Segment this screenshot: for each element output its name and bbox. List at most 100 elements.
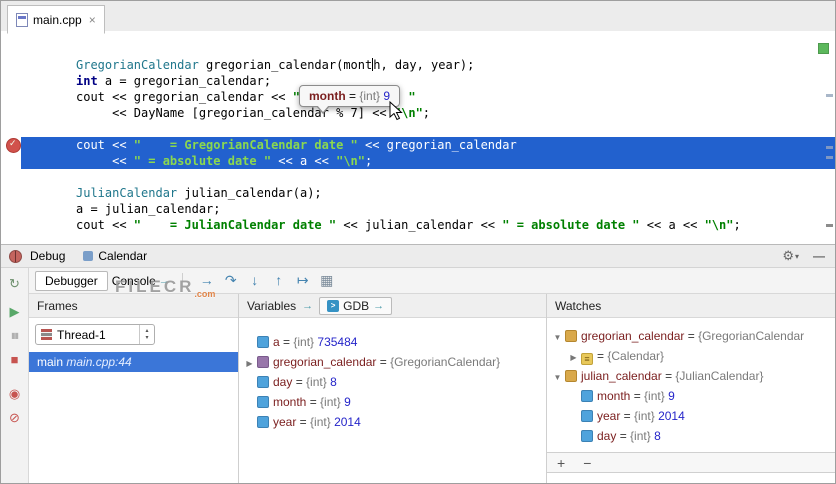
settings-button[interactable]: ⚙ ▾	[782, 248, 799, 264]
code-token: h, day, year);	[373, 58, 475, 72]
code-token: ;	[733, 218, 741, 232]
equals-sign: =	[296, 415, 311, 429]
variable-name: month	[597, 389, 631, 403]
collapse-arrow-icon[interactable]: ▼	[551, 368, 564, 386]
code-token: "\n"	[704, 218, 734, 232]
pause-icon[interactable]: ▮▮	[1, 324, 28, 348]
variable-value: 9	[340, 395, 351, 409]
code-line[interactable]: cout << gregorian_calendar << " "	[1, 89, 835, 105]
variable-type: {int}	[320, 395, 341, 409]
variable-type: {Calendar}	[607, 349, 665, 363]
close-icon[interactable]: ×	[89, 14, 96, 26]
code-editor[interactable]: GregorianCalendar gregorian_calendar(mon…	[1, 31, 835, 244]
variable-name: a	[273, 335, 280, 349]
code-token: "\n"	[336, 154, 366, 168]
tab-main-cpp[interactable]: main.cpp ×	[7, 5, 105, 34]
mute-breakpoints-icon[interactable]: ⊘	[1, 406, 28, 430]
rerun-icon[interactable]: ↻	[1, 272, 28, 296]
run-to-cursor-icon[interactable]: ↦	[291, 272, 315, 289]
inspection-indicator-icon[interactable]	[818, 43, 829, 54]
tree-row[interactable]: ▼ gregorian_calendar = {GregorianCalendar	[547, 326, 835, 346]
debug-body: Frames Thread-1 ▴ ▾ main main.cpp:44 Var…	[29, 294, 835, 483]
hide-panel-button[interactable]: —	[813, 249, 825, 263]
code-line[interactable]: cout << " = GregorianCalendar date " << …	[21, 137, 835, 153]
code-line[interactable]: int a = gregorian_calendar;	[1, 73, 835, 89]
stripe-mark[interactable]	[826, 94, 833, 97]
variable-type: {GregorianCalendar}	[390, 355, 501, 369]
view-breakpoints-icon[interactable]: ◉	[1, 382, 28, 406]
code-token: " = JulianCalendar date "	[133, 218, 337, 232]
resume-icon[interactable]: ▶	[1, 300, 28, 324]
code-lines: GregorianCalendar gregorian_calendar(mon…	[1, 57, 835, 233]
frames-panel: Frames Thread-1 ▴ ▾ main main.cpp:44	[29, 294, 239, 483]
tab-debugger[interactable]: Debugger	[35, 270, 108, 291]
tab-gdb[interactable]: > GDB →	[319, 296, 393, 315]
tree-row[interactable]: ▶ gregorian_calendar = {GregorianCalendar…	[239, 352, 546, 372]
debug-bug-icon	[9, 249, 22, 263]
code-line[interactable]: << DayName [gregorian_calendar % 7] << "…	[1, 105, 835, 121]
tab-session-calendar[interactable]: Calendar	[73, 247, 157, 265]
variable-type: {int}	[630, 429, 651, 443]
code-token: << a <<	[271, 154, 337, 168]
expand-arrow-icon[interactable]: ▶	[567, 348, 580, 366]
tree-row[interactable]: ▶ = {Calendar}	[547, 346, 835, 366]
equals-sign: =	[630, 389, 645, 403]
variables-panel: Variables → > GDB → a = {int} 735484 ▶ gre…	[239, 294, 547, 483]
gdb-tab-label: GDB	[343, 298, 370, 313]
stack-frame-row[interactable]: main main.cpp:44	[29, 352, 238, 372]
tab-label: main.cpp	[33, 12, 82, 27]
watches-title: Watches	[555, 298, 602, 313]
watch-value-icon	[565, 330, 577, 342]
ide-window: main.cpp × GregorianCalendar gregorian_c…	[0, 0, 836, 484]
code-token: << a <<	[639, 218, 705, 232]
variable-value: 8	[326, 375, 337, 389]
code-line[interactable]: a = julian_calendar;	[1, 201, 835, 217]
stepper-down-icon: ▾	[145, 334, 149, 341]
remove-watch-button[interactable]: −	[583, 456, 591, 470]
equals-sign: =	[620, 409, 635, 423]
step-out-icon[interactable]: ↑	[267, 272, 291, 288]
stop-icon[interactable]: ■	[1, 348, 28, 372]
watches-tree: ▼ gregorian_calendar = {GregorianCalendar…	[547, 326, 835, 446]
watches-toolbar: + −	[547, 452, 835, 473]
equals-sign: =	[292, 375, 307, 389]
tree-row[interactable]: ▼ julian_calendar = {JulianCalendar}	[547, 366, 835, 386]
code-line[interactable]: JulianCalendar julian_calendar(a);	[1, 185, 835, 201]
tree-row[interactable]: a = {int} 735484	[239, 332, 546, 352]
combo-stepper[interactable]: ▴ ▾	[139, 325, 154, 344]
stripe-mark[interactable]	[826, 156, 833, 159]
tree-row[interactable]: day = {int} 8	[239, 372, 546, 392]
watermark: FILECR.com	[115, 277, 215, 299]
code-line[interactable]: GregorianCalendar gregorian_calendar(mon…	[1, 57, 835, 73]
tree-row[interactable]: month = {int} 9	[239, 392, 546, 412]
code-token: a = julian_calendar;	[76, 202, 221, 216]
code-line[interactable]: cout << " = JulianCalendar date " << jul…	[1, 217, 835, 233]
tree-row[interactable]: year = {int} 2014	[239, 412, 546, 432]
code-token: ;	[422, 106, 431, 120]
thread-selector[interactable]: Thread-1 ▴ ▾	[35, 324, 155, 345]
variables-header: Variables → > GDB →	[239, 294, 546, 318]
collapse-arrow-icon[interactable]: ▼	[551, 328, 564, 346]
variable-name: day	[273, 375, 293, 389]
add-watch-button[interactable]: +	[557, 456, 565, 470]
stripe-mark[interactable]	[826, 224, 833, 227]
code-line[interactable]	[1, 121, 835, 137]
code-token: julian_calendar(a);	[177, 186, 322, 200]
tree-row[interactable]: day = {int} 8	[547, 426, 835, 446]
primitive-value-icon	[257, 396, 269, 408]
equals-sign: =	[279, 335, 294, 349]
tree-row[interactable]: year = {int} 2014	[547, 406, 835, 426]
variable-name: gregorian_calendar	[273, 355, 377, 369]
step-into-icon[interactable]: ↓	[243, 272, 267, 288]
code-line[interactable]: << " = absolute date " << a << "\n";	[21, 153, 835, 169]
code-line[interactable]	[1, 169, 835, 185]
expand-arrow-icon[interactable]: ▶	[243, 354, 256, 372]
evaluate-expression-icon[interactable]: ▦	[315, 272, 339, 289]
stripe-mark[interactable]	[826, 146, 833, 149]
code-token: <<	[76, 154, 134, 168]
frames-title: Frames	[37, 298, 78, 313]
tree-row[interactable]: month = {int} 9	[547, 386, 835, 406]
breakpoint-icon[interactable]	[6, 138, 21, 153]
tooltip-equals: =	[345, 89, 360, 103]
step-over-icon[interactable]: ↷	[219, 272, 243, 289]
